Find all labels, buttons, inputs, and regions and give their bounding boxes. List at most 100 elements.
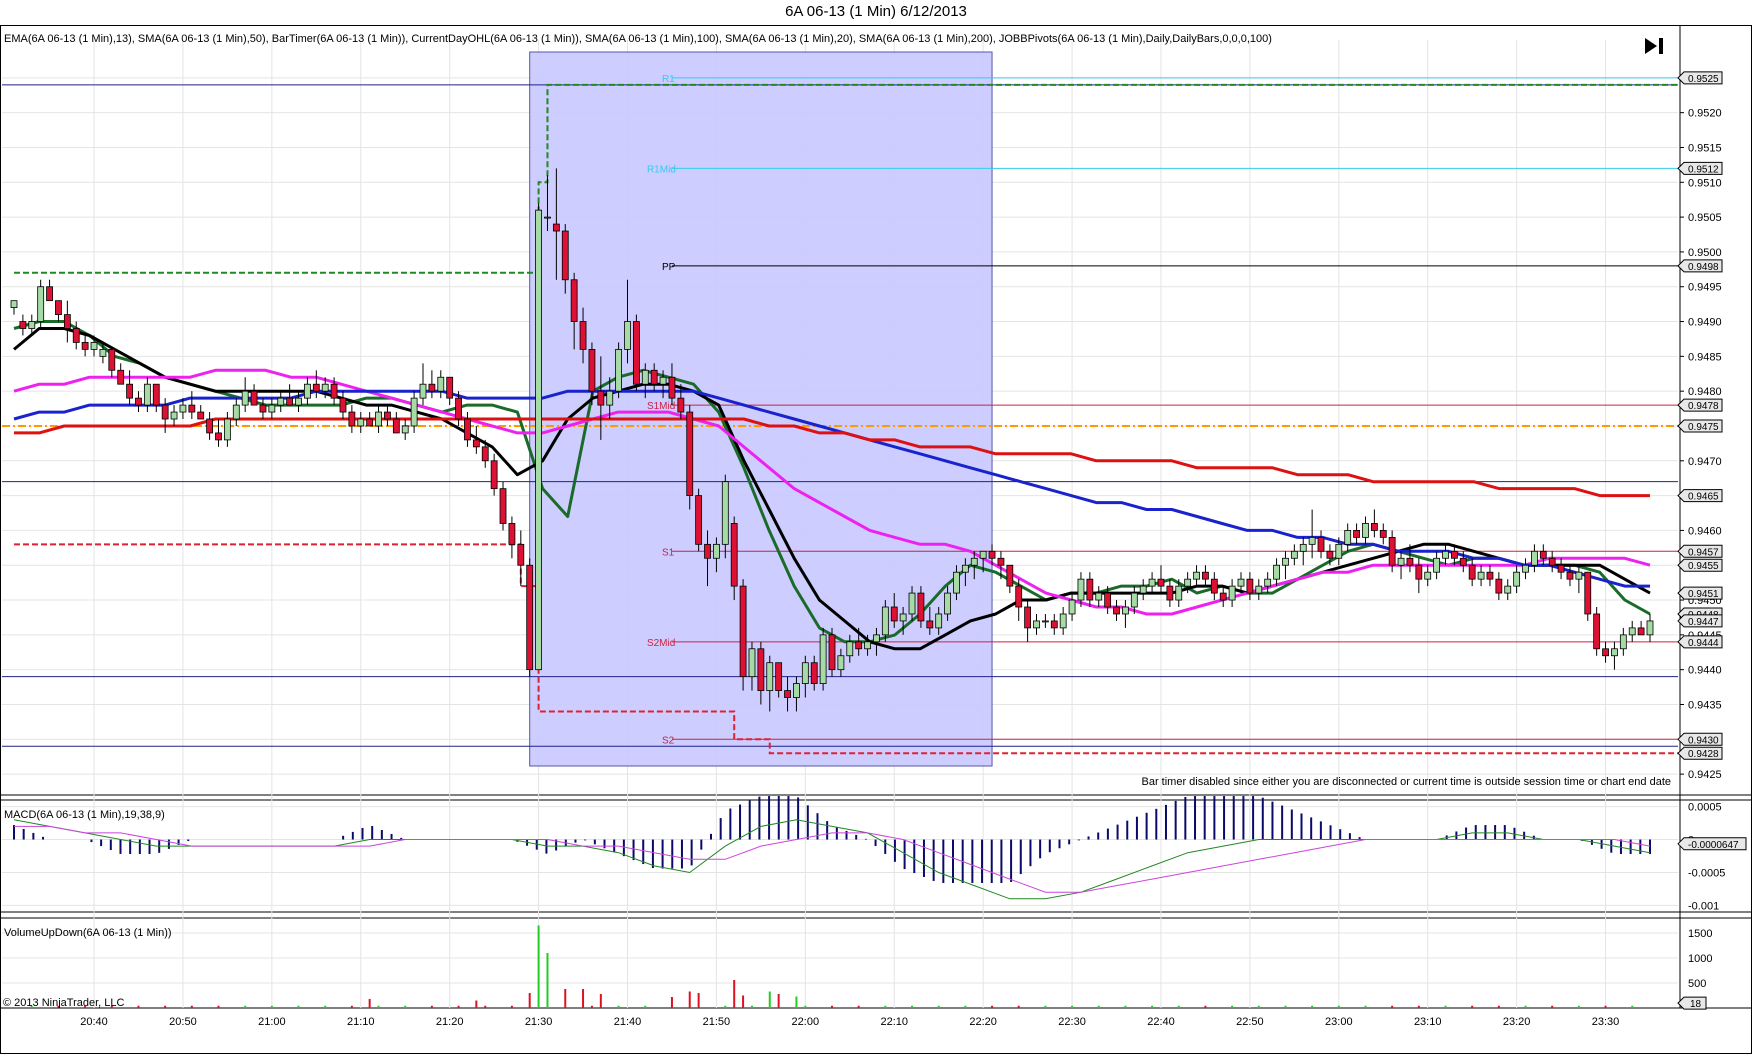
- candle-body: [143, 383, 151, 406]
- candle-body: [588, 348, 596, 392]
- candle-body: [63, 314, 71, 329]
- time-tick-label: 21:40: [614, 1016, 642, 1028]
- candle-body: [615, 348, 623, 392]
- candle-body: [259, 404, 267, 413]
- candle-body: [1237, 578, 1245, 587]
- candle-body: [490, 460, 498, 490]
- chart-canvas: R1 R1Mid PP S1Mid S1 S2Mid S2 0.9425 0.9430 0.94…: [0, 25, 1752, 1054]
- time-tick-label: 23:20: [1503, 1016, 1531, 1028]
- candle-body: [988, 550, 996, 559]
- candle-body: [1477, 571, 1485, 580]
- candle-body: [1317, 536, 1325, 552]
- candle-body: [126, 383, 133, 399]
- price-tick-label: 0.9435: [1688, 699, 1722, 711]
- candle-body: [304, 383, 311, 399]
- candle-body: [837, 655, 845, 671]
- candle-body: [1175, 585, 1183, 601]
- candle-body: [579, 321, 587, 350]
- candle-body: [997, 557, 1005, 566]
- candle-body: [206, 418, 214, 434]
- candle-body: [944, 592, 951, 615]
- price-label: 0.9498: [1688, 262, 1719, 273]
- candle-body: [108, 348, 116, 371]
- candle-body: [1397, 557, 1405, 566]
- candle-body: [597, 390, 605, 406]
- skip-to-end-icon: [1645, 38, 1657, 54]
- candle-body: [117, 369, 125, 385]
- candle-body: [1113, 606, 1120, 615]
- price-tick-label: 0.9470: [1688, 456, 1722, 468]
- candle-body: [1548, 557, 1556, 566]
- candle-body: [1024, 606, 1032, 629]
- pivot-label: PP: [662, 262, 676, 273]
- candle-body: [793, 683, 800, 698]
- volume-tick-label: 1000: [1688, 953, 1712, 965]
- candle-body: [606, 390, 614, 406]
- candle-body: [1575, 571, 1583, 580]
- candle-body: [508, 523, 516, 545]
- candle-body: [1255, 585, 1263, 594]
- candle-body: [1077, 578, 1085, 601]
- candle-body: [135, 397, 142, 406]
- candle-body: [1495, 578, 1503, 594]
- candle-body: [704, 543, 711, 559]
- candle-body: [37, 286, 45, 322]
- candle-body: [1344, 530, 1352, 545]
- price-tick-label: 0.9490: [1688, 317, 1722, 329]
- candle-body: [1602, 648, 1609, 657]
- pivot-label: R1: [662, 74, 675, 85]
- volume-tick-label: 500: [1688, 978, 1706, 990]
- candle-body: [250, 390, 258, 406]
- candle-body: [1299, 543, 1307, 552]
- candle-body: [810, 662, 818, 684]
- candle-body: [81, 342, 89, 350]
- candle-body: [1433, 557, 1441, 573]
- candle-body: [864, 641, 871, 650]
- candle-body: [650, 369, 658, 385]
- candle-body: [1424, 571, 1432, 580]
- price-axis[interactable]: 0.94250.94300.94350.94400.94450.94500.94…: [1677, 71, 1723, 781]
- candle-body: [1450, 550, 1458, 559]
- candle-body: [935, 613, 943, 629]
- candle-body: [357, 418, 365, 427]
- candle-body: [739, 585, 747, 678]
- pivot-label: R1Mid: [647, 164, 676, 175]
- candle-body: [881, 606, 889, 636]
- candle-body: [517, 543, 525, 566]
- macd-value-label: -0.0000647: [1688, 840, 1739, 851]
- time-tick-label: 22:50: [1236, 1016, 1264, 1028]
- candle-body: [713, 543, 720, 559]
- candle-body: [1006, 564, 1014, 587]
- candle-body: [410, 397, 418, 427]
- candle-body: [1522, 564, 1529, 573]
- candle-body: [1210, 578, 1218, 594]
- candle-body: [908, 592, 916, 615]
- pivot-label: S2: [662, 735, 675, 746]
- skip-to-end-icon[interactable]: [1641, 35, 1667, 57]
- time-tick-label: 21:10: [347, 1016, 375, 1028]
- candle-body: [1593, 613, 1601, 650]
- candle-body: [624, 321, 631, 350]
- time-axis[interactable]: 20:40 20:50 21:00 21:10 21:20 21:30 21:40 21:50…: [80, 1016, 1619, 1028]
- candle-body: [1619, 634, 1627, 650]
- candle-body: [1273, 564, 1280, 580]
- candle-body: [544, 216, 551, 219]
- candle-body: [899, 613, 907, 622]
- candle-body: [1050, 620, 1058, 629]
- candle-body: [339, 397, 347, 413]
- price-tick-label: 0.9510: [1688, 177, 1722, 189]
- price-tick-label: 0.9440: [1688, 665, 1722, 677]
- candle-body: [241, 390, 249, 406]
- candle-body: [552, 223, 560, 232]
- candle-body: [757, 648, 765, 691]
- candle-body: [1059, 613, 1067, 629]
- candle-body: [1326, 550, 1334, 559]
- candle-body: [686, 411, 694, 497]
- candle-body: [1033, 620, 1040, 629]
- candle-body: [1486, 571, 1494, 580]
- copyright: © 2013 NinjaTrader, LLC: [3, 997, 124, 1009]
- candle-body: [1246, 578, 1254, 594]
- candle-body: [1193, 571, 1200, 580]
- candle-body: [1388, 536, 1396, 566]
- time-tick-label: 21:50: [703, 1016, 731, 1028]
